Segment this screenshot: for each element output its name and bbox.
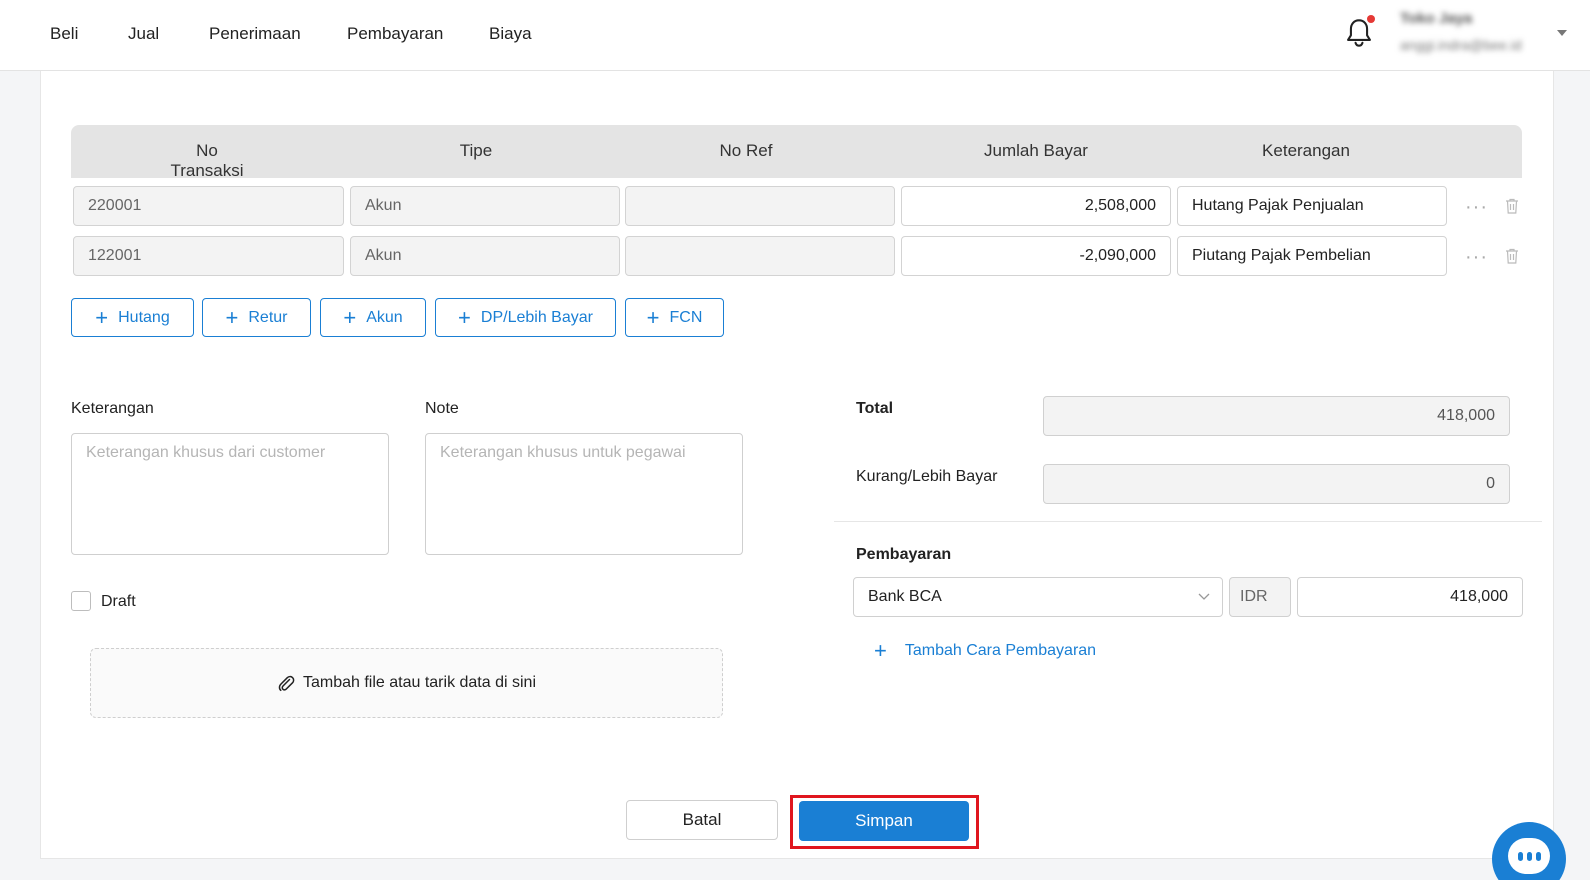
nav-biaya[interactable]: Biaya [489,24,532,44]
header-tipe: Tipe [459,141,493,160]
total-label: Total [856,400,894,417]
total-value: 418,000 [1043,396,1510,436]
add-akun-button[interactable]: + Akun [320,298,426,337]
file-dropzone[interactable]: Tambah file atau tarik data di sini [90,648,723,718]
add-retur-button[interactable]: + Retur [202,298,311,337]
add-payment-method-label: Tambah Cara Pembayaran [904,642,1097,659]
add-hutang-button[interactable]: + Hutang [71,298,194,337]
top-navbar: Beli Jual Penerimaan Pembayaran Biaya To… [0,0,1590,71]
nav-pembayaran[interactable]: Pembayaran [347,24,443,44]
keterangan-textarea[interactable] [71,433,389,555]
header-no-ref: No Ref [719,141,773,160]
draft-checkbox[interactable] [71,591,91,611]
cell-jumlah-bayar[interactable]: -2,090,000 [901,236,1171,276]
more-options-icon[interactable]: ··· [1465,197,1487,217]
chat-widget-button[interactable] [1492,822,1566,880]
nav-jual[interactable]: Jual [128,24,159,44]
add-fcn-button[interactable]: + FCN [625,298,724,337]
cell-jumlah-bayar[interactable]: 2,508,000 [901,186,1171,226]
plus-icon: + [225,304,239,330]
header-jumlah-bayar: Jumlah Bayar [984,141,1088,160]
payment-method-value: Bank BCA [868,588,942,605]
cell-keterangan[interactable]: Hutang Pajak Penjualan [1177,186,1447,226]
dropzone-text: Tambah file atau tarik data di sini [302,674,536,691]
header-keterangan: Keterangan [1262,141,1350,160]
add-retur-label: Retur [248,308,288,326]
plus-icon: + [646,304,660,330]
cell-no-transaksi: 220001 [73,186,344,226]
note-textarea[interactable] [425,433,743,555]
more-options-icon[interactable]: ··· [1465,247,1487,267]
add-dp-lebih-bayar-label: DP/Lebih Bayar [480,308,593,326]
cell-tipe: Akun [350,186,620,226]
cell-no-transaksi: 122001 [73,236,344,276]
nav-penerimaan[interactable]: Penerimaan [209,24,301,44]
cell-keterangan[interactable]: Piutang Pajak Pembelian [1177,236,1447,276]
header-no-transaksi: No Transaksi [170,141,244,180]
cancel-button[interactable]: Batal [626,800,778,840]
chevron-down-icon [1198,593,1210,600]
nav-beli[interactable]: Beli [50,24,78,44]
payment-method-select[interactable]: Bank BCA [853,577,1223,617]
cell-no-ref [625,236,895,276]
trash-icon[interactable] [1505,198,1519,214]
plus-icon: + [343,304,357,330]
keterangan-label: Keterangan [71,400,154,417]
plus-icon: + [874,638,887,663]
cell-tipe: Akun [350,236,620,276]
chat-icon [1508,838,1550,874]
add-akun-label: Akun [366,308,403,326]
summary-divider [834,521,1542,522]
plus-icon: + [458,304,471,330]
user-menu-caret-icon[interactable] [1557,30,1567,36]
notification-dot [1367,15,1375,23]
add-payment-method-button[interactable]: + Tambah Cara Pembayaran [874,640,1096,662]
plus-icon: + [95,304,109,330]
table-header: No Transaksi Tipe No Ref Jumlah Bayar Ke… [71,125,1522,180]
cell-no-ref [625,186,895,226]
user-name[interactable]: Toko Jaya [1400,10,1472,27]
draft-label[interactable]: Draft [101,593,136,611]
note-label: Note [425,400,459,417]
payment-amount-input[interactable]: 418,000 [1297,577,1523,617]
kurang-lebih-label: Kurang/Lebih Bayar [856,468,998,485]
currency-field: IDR [1229,577,1291,617]
user-email[interactable]: anggi.indra@bee.id [1400,37,1522,53]
paperclip-icon [278,675,295,692]
pembayaran-label: Pembayaran [856,546,952,563]
add-fcn-label: FCN [669,308,703,326]
save-button[interactable]: Simpan [799,801,969,841]
add-hutang-label: Hutang [118,308,170,326]
trash-icon[interactable] [1505,248,1519,264]
kurang-lebih-value: 0 [1043,464,1510,504]
add-dp-lebih-bayar-button[interactable]: + DP/Lebih Bayar [435,298,616,337]
